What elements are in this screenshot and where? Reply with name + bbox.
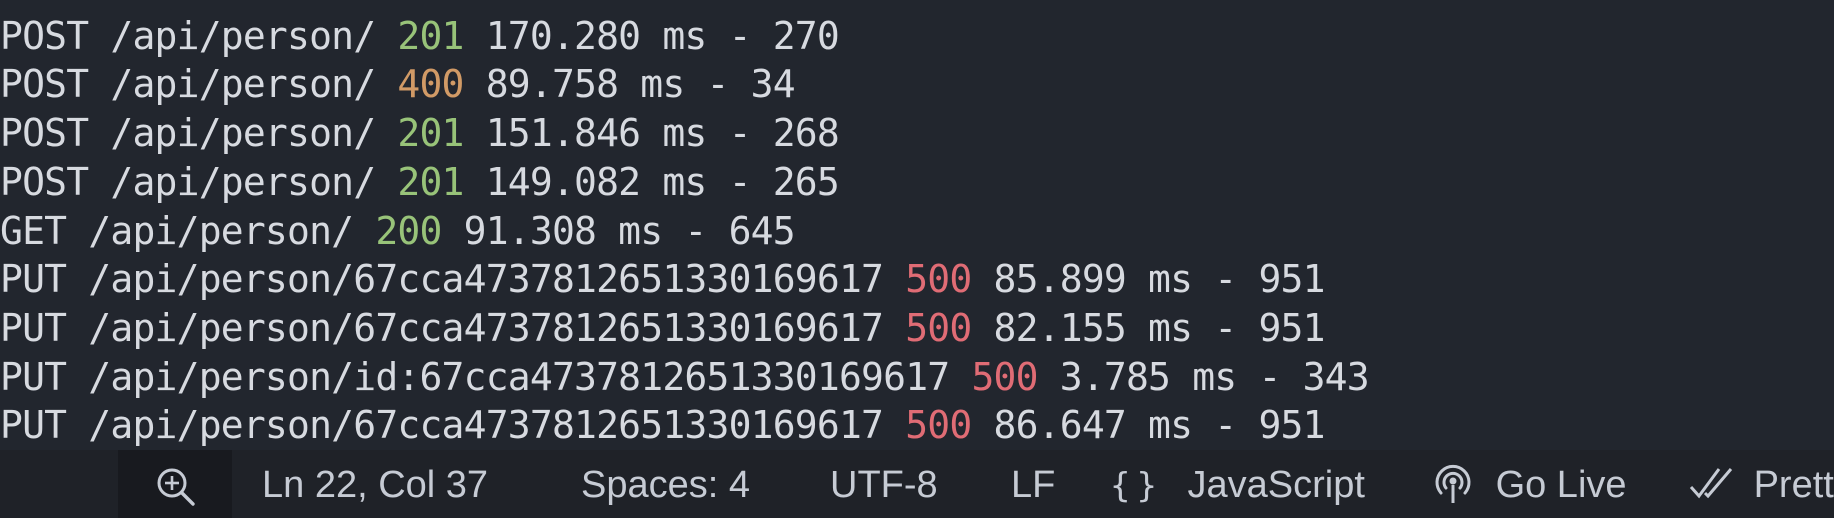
log-status-code: 201 — [397, 14, 464, 58]
line-ending-setting[interactable]: LF — [1011, 450, 1055, 518]
log-request: PUT /api/person/67cca4737812651330169617 — [0, 306, 906, 350]
go-live-label: Go Live — [1495, 464, 1627, 506]
braces-icon: {} — [1110, 466, 1163, 506]
double-check-icon — [1689, 468, 1733, 499]
log-request: POST /api/person/ — [0, 14, 398, 58]
log-line: PUT /api/person/id:67cca4737812651330169… — [0, 353, 1370, 401]
log-timing: 86.647 ms - 951 — [971, 403, 1326, 447]
go-live-button[interactable]: Go Live — [1433, 450, 1627, 518]
log-timing: 170.280 ms - 270 — [463, 14, 840, 58]
encoding-setting[interactable]: UTF-8 — [830, 450, 938, 518]
indentation-setting[interactable]: Spaces: 4 — [581, 450, 750, 518]
log-line: POST /api/person/ 400 89.758 ms - 34 — [0, 60, 796, 108]
log-timing: 82.155 ms - 951 — [971, 306, 1326, 350]
log-status-code: 201 — [397, 160, 464, 204]
log-timing: 3.785 ms - 343 — [1037, 355, 1370, 399]
log-status-code: 400 — [397, 62, 464, 106]
language-mode-button[interactable]: {} JavaScript — [1110, 450, 1365, 518]
log-status-code: 201 — [397, 111, 464, 155]
prettier-button[interactable]: Prett — [1689, 450, 1834, 518]
log-status-code: 500 — [905, 257, 972, 301]
zoom-in-icon — [157, 468, 195, 506]
log-status-code: 200 — [375, 209, 442, 253]
log-request: PUT /api/person/67cca4737812651330169617 — [0, 257, 906, 301]
log-timing: 149.082 ms - 265 — [463, 160, 840, 204]
log-line: PUT /api/person/67cca4737812651330169617… — [0, 255, 1325, 303]
log-line: GET /api/person/ 200 91.308 ms - 645 — [0, 207, 796, 255]
log-timing: 89.758 ms - 34 — [463, 62, 796, 106]
log-timing: 151.846 ms - 268 — [463, 111, 840, 155]
log-request: POST /api/person/ — [0, 111, 398, 155]
log-request: POST /api/person/ — [0, 160, 398, 204]
log-status-code: 500 — [971, 355, 1038, 399]
log-line: POST /api/person/ 201 170.280 ms - 270 — [0, 12, 840, 60]
log-line: POST /api/person/ 201 149.082 ms - 265 — [0, 158, 840, 206]
log-line: POST /api/person/ 201 151.846 ms - 268 — [0, 109, 840, 157]
log-status-code: 500 — [905, 306, 972, 350]
cursor-position[interactable]: Ln 22, Col 37 — [262, 450, 488, 518]
zoom-button[interactable] — [118, 450, 232, 518]
log-request: PUT /api/person/id:67cca4737812651330169… — [0, 355, 972, 399]
log-status-code: 500 — [905, 403, 972, 447]
log-request: PUT /api/person/67cca4737812651330169617 — [0, 403, 906, 447]
log-timing: 91.308 ms - 645 — [441, 209, 796, 253]
status-bar: Ln 22, Col 37 Spaces: 4 UTF-8 LF {} Java… — [0, 450, 1834, 518]
language-mode-label: JavaScript — [1187, 464, 1365, 506]
terminal-output: POST /api/person/ 201 170.280 ms - 270 PO… — [0, 0, 1834, 450]
log-request: GET /api/person/ — [0, 209, 376, 253]
log-line: PUT /api/person/67cca4737812651330169617… — [0, 304, 1325, 352]
broadcast-icon — [1435, 464, 1471, 503]
log-line: PUT /api/person/67cca4737812651330169617… — [0, 401, 1325, 449]
log-timing: 85.899 ms - 951 — [971, 257, 1326, 301]
log-request: POST /api/person/ — [0, 62, 398, 106]
prettier-label: Prett — [1753, 464, 1834, 506]
